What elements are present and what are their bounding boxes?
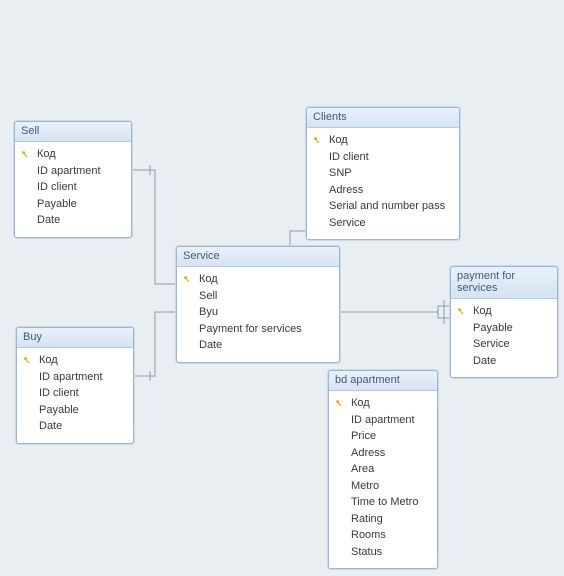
field-name: SNP [329, 165, 453, 182]
table-service[interactable]: Service Код Sell Byu Payment for service… [176, 246, 340, 363]
field-row[interactable]: Price [335, 428, 431, 445]
field-name: Rooms [351, 527, 431, 544]
table-header[interactable]: Sell [15, 122, 131, 142]
field-name: Metro [351, 478, 431, 495]
table-payment[interactable]: payment for services Код Payable Service… [450, 266, 558, 378]
field-row-pk[interactable]: Код [313, 132, 453, 149]
table-header[interactable]: payment for services [451, 267, 557, 299]
connector-service-clients [290, 231, 306, 246]
field-name: Date [39, 418, 127, 435]
field-row-pk[interactable]: Код [23, 352, 127, 369]
field-row[interactable]: Date [183, 337, 333, 354]
field-row[interactable]: ID client [313, 149, 453, 166]
table-body: Код Sell Byu Payment for services Date [177, 267, 339, 362]
table-header[interactable]: Buy [17, 328, 133, 348]
table-header[interactable]: bd apartment [329, 371, 437, 391]
key-icon [335, 399, 347, 408]
connector-buy-service [134, 312, 176, 376]
field-row[interactable]: SNP [313, 165, 453, 182]
field-row[interactable]: ID apartment [21, 163, 125, 180]
field-name: Код [473, 303, 551, 320]
field-row[interactable]: Payable [21, 196, 125, 213]
diagram-canvas: Sell Код ID apartment ID client Payable … [0, 0, 564, 576]
field-name: Payment for services [199, 321, 333, 338]
field-name: Код [37, 146, 125, 163]
field-row[interactable]: Payment for services [183, 321, 333, 338]
field-name: Serial and number pass [329, 198, 453, 215]
field-row[interactable]: Sell [183, 288, 333, 305]
field-row[interactable]: ID apartment [335, 412, 431, 429]
key-icon [21, 150, 33, 159]
field-row[interactable]: Byu [183, 304, 333, 321]
field-name: Sell [199, 288, 333, 305]
field-name: Payable [37, 196, 125, 213]
field-row[interactable]: Date [21, 212, 125, 229]
field-row[interactable]: Area [335, 461, 431, 478]
connector-service-payment-1 [340, 306, 450, 312]
field-name: Код [39, 352, 127, 369]
field-row[interactable]: Service [457, 336, 551, 353]
key-icon [23, 356, 35, 365]
table-sell[interactable]: Sell Код ID apartment ID client Payable … [14, 121, 132, 238]
field-row[interactable]: ID client [23, 385, 127, 402]
field-row[interactable]: Service [313, 215, 453, 232]
field-name: Date [37, 212, 125, 229]
field-name: Status [351, 544, 431, 561]
field-row[interactable]: Rating [335, 511, 431, 528]
field-row-pk[interactable]: Код [335, 395, 431, 412]
field-name: ID apartment [39, 369, 127, 386]
key-icon [183, 275, 195, 284]
table-body: Код ID apartment ID client Payable Date [15, 142, 131, 237]
connector-sell-service [132, 170, 176, 284]
field-name: ID client [329, 149, 453, 166]
field-row[interactable]: Payable [457, 320, 551, 337]
field-name: Byu [199, 304, 333, 321]
field-name: Date [199, 337, 333, 354]
field-row[interactable]: Metro [335, 478, 431, 495]
field-name: Adress [351, 445, 431, 462]
field-name: Area [351, 461, 431, 478]
field-row-pk[interactable]: Код [183, 271, 333, 288]
table-body: Код Payable Service Date [451, 299, 557, 377]
table-body: Код ID client SNP Adress Serial and numb… [307, 128, 459, 239]
field-row[interactable]: Payable [23, 402, 127, 419]
field-name: Service [329, 215, 453, 232]
field-name: Adress [329, 182, 453, 199]
field-row[interactable]: Serial and number pass [313, 198, 453, 215]
table-apartment[interactable]: bd apartment Код ID apartment Price Adre… [328, 370, 438, 569]
field-row[interactable]: Date [457, 353, 551, 370]
table-body: Код ID apartment Price Adress Area Metro… [329, 391, 437, 568]
key-icon [313, 136, 325, 145]
field-row-pk[interactable]: Код [457, 303, 551, 320]
field-row[interactable]: Time to Metro [335, 494, 431, 511]
field-row[interactable]: ID apartment [23, 369, 127, 386]
field-name: ID client [37, 179, 125, 196]
field-name: Код [199, 271, 333, 288]
table-header[interactable]: Service [177, 247, 339, 267]
table-body: Код ID apartment ID client Payable Date [17, 348, 133, 443]
field-name: Time to Metro [351, 494, 431, 511]
field-row[interactable]: Date [23, 418, 127, 435]
field-row[interactable]: Adress [313, 182, 453, 199]
table-buy[interactable]: Buy Код ID apartment ID client Payable D… [16, 327, 134, 444]
field-name: ID apartment [351, 412, 431, 429]
field-row-pk[interactable]: Код [21, 146, 125, 163]
field-name: Код [351, 395, 431, 412]
field-name: Service [473, 336, 551, 353]
table-header[interactable]: Clients [307, 108, 459, 128]
field-row[interactable]: Status [335, 544, 431, 561]
field-name: ID client [39, 385, 127, 402]
table-clients[interactable]: Clients Код ID client SNP Adress Serial … [306, 107, 460, 240]
field-name: Rating [351, 511, 431, 528]
field-name: Price [351, 428, 431, 445]
field-name: Payable [473, 320, 551, 337]
field-name: Date [473, 353, 551, 370]
field-name: Код [329, 132, 453, 149]
field-row[interactable]: Rooms [335, 527, 431, 544]
field-name: ID apartment [37, 163, 125, 180]
field-row[interactable]: ID client [21, 179, 125, 196]
field-row[interactable]: Adress [335, 445, 431, 462]
field-name: Payable [39, 402, 127, 419]
key-icon [457, 307, 469, 316]
